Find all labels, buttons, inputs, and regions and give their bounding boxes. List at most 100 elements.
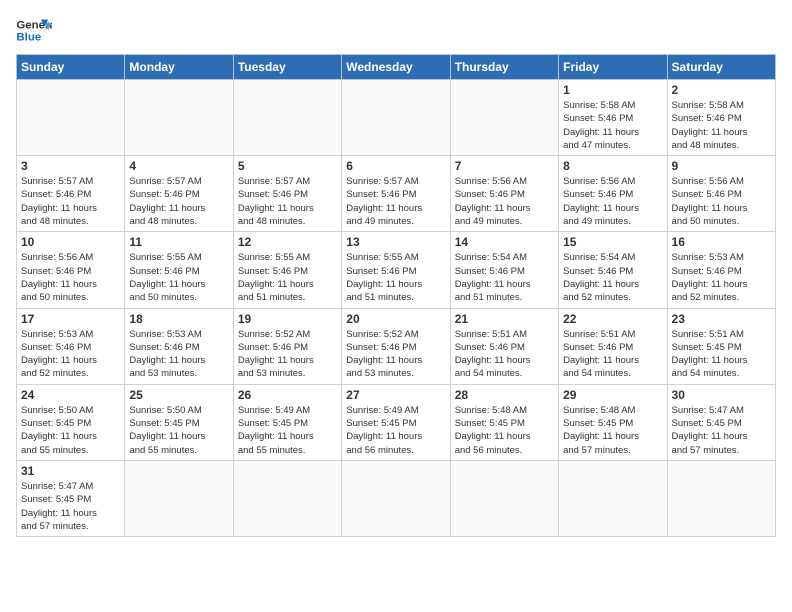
calendar-cell: 1 Sunrise: 5:58 AM Sunset: 5:46 PM Daylig… [559, 80, 667, 156]
logo: General Blue [16, 16, 52, 46]
calendar-cell: 22Sunrise: 5:51 AM Sunset: 5:46 PM Dayli… [559, 308, 667, 384]
day-number: 17 [21, 312, 120, 326]
day-number: 11 [129, 235, 228, 249]
calendar-cell: 25Sunrise: 5:50 AM Sunset: 5:45 PM Dayli… [125, 384, 233, 460]
calendar-cell: 2Sunrise: 5:58 AM Sunset: 5:46 PM Daylig… [667, 80, 775, 156]
calendar-cell [450, 460, 558, 536]
calendar-cell: 14 Sunrise: 5:54 AM Sunset: 5:46 PM Dayli… [450, 232, 558, 308]
calendar-cell: 10 Sunrise: 5:56 AM Sunset: 5:46 PM Dayli… [17, 232, 125, 308]
day-number: 4 [129, 159, 228, 173]
calendar-cell [342, 460, 450, 536]
day-info: Sunrise: 5:58 AM Sunset: 5:46 PM Dayligh… [563, 99, 662, 152]
week-row-1: 1 Sunrise: 5:58 AM Sunset: 5:46 PM Daylig… [17, 80, 776, 156]
day-info: Sunrise: 5:48 AM Sunset: 5:45 PM Dayligh… [563, 404, 662, 457]
calendar-table: SundayMondayTuesdayWednesdayThursdayFrid… [16, 54, 776, 537]
calendar-cell: 30 Sunrise: 5:47 AM Sunset: 5:45 PM Dayli… [667, 384, 775, 460]
day-info: Sunrise: 5:56 AM Sunset: 5:46 PM Dayligh… [21, 251, 120, 304]
day-info: Sunrise: 5:56 AM Sunset: 5:46 PM Dayligh… [672, 175, 771, 228]
generalblue-icon: General Blue [16, 16, 52, 46]
calendar-cell: 18Sunrise: 5:53 AM Sunset: 5:46 PM Dayli… [125, 308, 233, 384]
calendar-cell: 12Sunrise: 5:55 AM Sunset: 5:46 PM Dayli… [233, 232, 341, 308]
day-info: Sunrise: 5:54 AM Sunset: 5:46 PM Dayligh… [563, 251, 662, 304]
week-row-5: 24 Sunrise: 5:50 AM Sunset: 5:45 PM Dayli… [17, 384, 776, 460]
calendar-cell: 9 Sunrise: 5:56 AM Sunset: 5:46 PM Daylig… [667, 156, 775, 232]
calendar-cell: 15 Sunrise: 5:54 AM Sunset: 5:46 PM Dayli… [559, 232, 667, 308]
day-number: 26 [238, 388, 337, 402]
calendar-cell: 19Sunrise: 5:52 AM Sunset: 5:46 PM Dayli… [233, 308, 341, 384]
calendar-cell: 11 Sunrise: 5:55 AM Sunset: 5:46 PM Dayli… [125, 232, 233, 308]
day-info: Sunrise: 5:47 AM Sunset: 5:45 PM Dayligh… [21, 480, 120, 533]
week-row-4: 17 Sunrise: 5:53 AM Sunset: 5:46 PM Dayli… [17, 308, 776, 384]
day-info: Sunrise: 5:54 AM Sunset: 5:46 PM Dayligh… [455, 251, 554, 304]
calendar-body: 1 Sunrise: 5:58 AM Sunset: 5:46 PM Daylig… [17, 80, 776, 537]
calendar-cell [559, 460, 667, 536]
day-info: Sunrise: 5:52 AM Sunset: 5:46 PM Dayligh… [238, 328, 337, 381]
calendar-cell [667, 460, 775, 536]
day-number: 20 [346, 312, 445, 326]
weekday-header-wednesday: Wednesday [342, 55, 450, 80]
week-row-3: 10 Sunrise: 5:56 AM Sunset: 5:46 PM Dayli… [17, 232, 776, 308]
day-number: 21 [455, 312, 554, 326]
header: General Blue [16, 16, 776, 46]
svg-text:Blue: Blue [16, 32, 41, 44]
day-info: Sunrise: 5:51 AM Sunset: 5:45 PM Dayligh… [672, 328, 771, 381]
day-info: Sunrise: 5:53 AM Sunset: 5:46 PM Dayligh… [672, 251, 771, 304]
calendar-cell: 20 Sunrise: 5:52 AM Sunset: 5:46 PM Dayli… [342, 308, 450, 384]
day-info: Sunrise: 5:47 AM Sunset: 5:45 PM Dayligh… [672, 404, 771, 457]
day-number: 1 [563, 83, 662, 97]
calendar-cell [125, 80, 233, 156]
calendar-cell: 21 Sunrise: 5:51 AM Sunset: 5:46 PM Dayli… [450, 308, 558, 384]
day-info: Sunrise: 5:53 AM Sunset: 5:46 PM Dayligh… [21, 328, 120, 381]
day-number: 24 [21, 388, 120, 402]
day-number: 8 [563, 159, 662, 173]
day-info: Sunrise: 5:52 AM Sunset: 5:46 PM Dayligh… [346, 328, 445, 381]
day-info: Sunrise: 5:50 AM Sunset: 5:45 PM Dayligh… [21, 404, 120, 457]
weekday-header-friday: Friday [559, 55, 667, 80]
weekday-header-thursday: Thursday [450, 55, 558, 80]
day-info: Sunrise: 5:57 AM Sunset: 5:46 PM Dayligh… [21, 175, 120, 228]
day-number: 6 [346, 159, 445, 173]
day-info: Sunrise: 5:53 AM Sunset: 5:46 PM Dayligh… [129, 328, 228, 381]
weekday-header-tuesday: Tuesday [233, 55, 341, 80]
day-number: 3 [21, 159, 120, 173]
day-number: 23 [672, 312, 771, 326]
day-info: Sunrise: 5:51 AM Sunset: 5:46 PM Dayligh… [455, 328, 554, 381]
day-info: Sunrise: 5:49 AM Sunset: 5:45 PM Dayligh… [238, 404, 337, 457]
weekday-header-sunday: Sunday [17, 55, 125, 80]
calendar-cell: 3 Sunrise: 5:57 AM Sunset: 5:46 PM Daylig… [17, 156, 125, 232]
day-number: 30 [672, 388, 771, 402]
calendar-cell: 27Sunrise: 5:49 AM Sunset: 5:45 PM Dayli… [342, 384, 450, 460]
day-number: 15 [563, 235, 662, 249]
day-number: 9 [672, 159, 771, 173]
day-info: Sunrise: 5:50 AM Sunset: 5:45 PM Dayligh… [129, 404, 228, 457]
calendar-cell [17, 80, 125, 156]
calendar-cell: 7 Sunrise: 5:56 AM Sunset: 5:46 PM Daylig… [450, 156, 558, 232]
day-number: 7 [455, 159, 554, 173]
weekday-header-saturday: Saturday [667, 55, 775, 80]
weekday-header-row: SundayMondayTuesdayWednesdayThursdayFrid… [17, 55, 776, 80]
day-info: Sunrise: 5:55 AM Sunset: 5:46 PM Dayligh… [129, 251, 228, 304]
day-info: Sunrise: 5:58 AM Sunset: 5:46 PM Dayligh… [672, 99, 771, 152]
calendar-cell: 17 Sunrise: 5:53 AM Sunset: 5:46 PM Dayli… [17, 308, 125, 384]
day-info: Sunrise: 5:56 AM Sunset: 5:46 PM Dayligh… [455, 175, 554, 228]
day-number: 27 [346, 388, 445, 402]
calendar-cell [233, 460, 341, 536]
calendar-cell: 23 Sunrise: 5:51 AM Sunset: 5:45 PM Dayli… [667, 308, 775, 384]
day-number: 12 [238, 235, 337, 249]
calendar-cell: 24 Sunrise: 5:50 AM Sunset: 5:45 PM Dayli… [17, 384, 125, 460]
calendar-cell: 8 Sunrise: 5:56 AM Sunset: 5:46 PM Daylig… [559, 156, 667, 232]
day-number: 29 [563, 388, 662, 402]
week-row-2: 3 Sunrise: 5:57 AM Sunset: 5:46 PM Daylig… [17, 156, 776, 232]
calendar-cell: 31Sunrise: 5:47 AM Sunset: 5:45 PM Dayli… [17, 460, 125, 536]
day-info: Sunrise: 5:56 AM Sunset: 5:46 PM Dayligh… [563, 175, 662, 228]
weekday-header-monday: Monday [125, 55, 233, 80]
day-number: 14 [455, 235, 554, 249]
day-info: Sunrise: 5:57 AM Sunset: 5:46 PM Dayligh… [238, 175, 337, 228]
calendar-cell: 26 Sunrise: 5:49 AM Sunset: 5:45 PM Dayli… [233, 384, 341, 460]
calendar-cell: 6Sunrise: 5:57 AM Sunset: 5:46 PM Daylig… [342, 156, 450, 232]
calendar-cell: 28Sunrise: 5:48 AM Sunset: 5:45 PM Dayli… [450, 384, 558, 460]
day-number: 5 [238, 159, 337, 173]
day-number: 22 [563, 312, 662, 326]
calendar-cell [342, 80, 450, 156]
day-number: 10 [21, 235, 120, 249]
